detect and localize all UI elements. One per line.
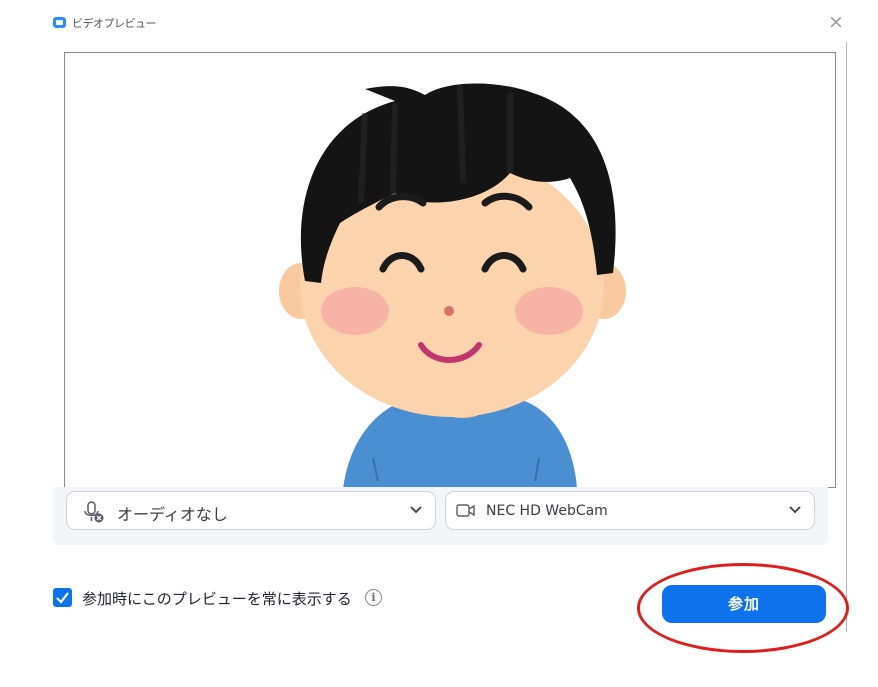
video-device-label: NEC HD WebCam [486,503,608,519]
info-icon[interactable]: i [365,589,382,606]
video-device-select[interactable]: NEC HD WebCam [445,491,815,530]
always-show-preview-label: 参加時にこのプレビューを常に表示する [82,590,352,608]
close-button[interactable]: × [826,12,846,32]
window-title: ビデオプレビュー [72,17,157,30]
person-illustration [279,83,626,487]
chevron-down-icon [410,506,422,514]
window-edge [846,42,847,632]
join-button[interactable]: 参加 [662,585,826,623]
camera-icon [456,504,475,517]
title-bar: ビデオプレビュー × [0,0,878,44]
checkmark-icon [56,592,69,604]
chevron-down-icon [789,506,801,514]
microphone-muted-icon [84,501,104,523]
audio-device-label: オーディオなし [117,505,228,524]
always-show-preview-checkbox[interactable] [53,588,72,607]
zoom-app-icon [53,17,66,28]
video-preview [64,52,836,488]
audio-device-select[interactable]: オーディオなし [66,491,436,530]
